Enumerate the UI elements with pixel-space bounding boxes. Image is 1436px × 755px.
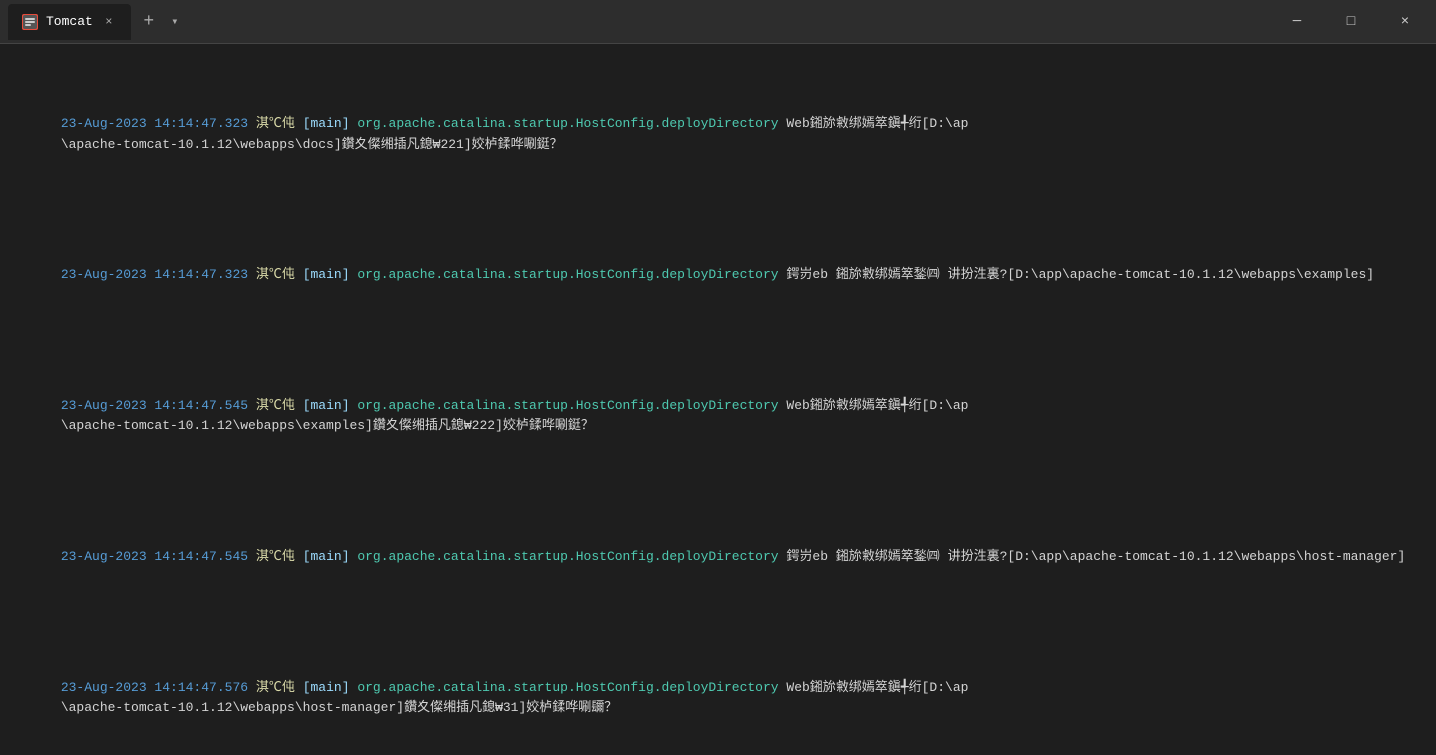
maximize-button[interactable]: □ [1328,7,1374,37]
app-window: Tomcat × + ▾ ─ □ × 23-Aug-2023 14:14:47.… [0,0,1436,755]
log-block-1: 23-Aug-2023 14:14:47.323 淇℃伅 [main] org.… [14,94,1422,175]
new-tab-button[interactable]: + [135,8,163,36]
log-block-5: 23-Aug-2023 14:14:47.576 淇℃伅 [main] org.… [14,658,1422,739]
log-line-cont: \apache-tomcat-10.1.12\webapps\examples]… [61,418,594,433]
log-line: 23-Aug-2023 14:14:47.545 淇℃伅 [main] org.… [61,549,1405,564]
tab-title: Tomcat [46,14,93,29]
log-block-2: 23-Aug-2023 14:14:47.323 淇℃伅 [main] org.… [14,245,1422,305]
log-block-4: 23-Aug-2023 14:14:47.545 淇℃伅 [main] org.… [14,527,1422,587]
tab-close-button[interactable]: × [101,14,117,30]
active-tab[interactable]: Tomcat × [8,4,131,40]
minimize-button[interactable]: ─ [1274,7,1320,37]
console-output: 23-Aug-2023 14:14:47.323 淇℃伅 [main] org.… [0,44,1436,755]
title-bar: Tomcat × + ▾ ─ □ × [0,0,1436,44]
tab-dropdown-button[interactable]: ▾ [163,8,187,36]
tab-area: Tomcat × + ▾ [8,4,1274,40]
tab-icon [22,14,38,30]
log-line: 23-Aug-2023 14:14:47.576 淇℃伅 [main] org.… [61,680,969,695]
log-line: 23-Aug-2023 14:14:47.545 淇℃伅 [main] org.… [61,398,969,413]
log-line: 23-Aug-2023 14:14:47.323 淇℃伅 [main] org.… [61,116,969,131]
log-line-cont: \apache-tomcat-10.1.12\webapps\docs]鑽夊儏缃… [61,137,563,152]
close-button[interactable]: × [1382,7,1428,37]
log-line-cont: \apache-tomcat-10.1.12\webapps\host-mana… [61,700,617,715]
window-controls: ─ □ × [1274,7,1428,37]
log-block-3: 23-Aug-2023 14:14:47.545 淇℃伅 [main] org.… [14,376,1422,457]
log-line: 23-Aug-2023 14:14:47.323 淇℃伅 [main] org.… [61,267,1374,282]
